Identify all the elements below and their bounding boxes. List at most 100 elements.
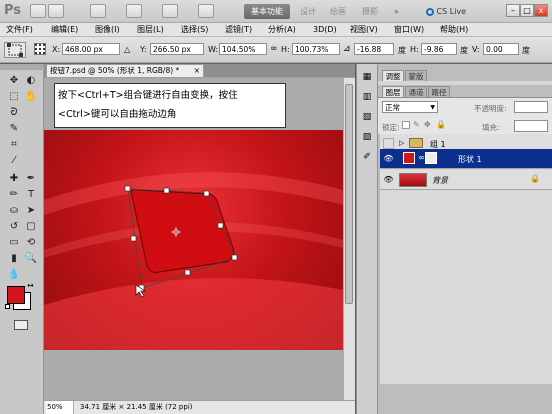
document-info[interactable]: 34.71 厘米 × 21.45 厘米 (72 ppi)	[80, 401, 193, 414]
pen-tool-icon[interactable]: ✒	[24, 172, 38, 185]
foreground-color-swatch[interactable]	[7, 286, 25, 304]
arrange-documents-icon[interactable]	[198, 4, 214, 18]
swap-colors-icon[interactable]: ↔	[27, 281, 34, 290]
handle-left[interactable]	[130, 235, 137, 242]
quick-mask-icon[interactable]	[14, 320, 28, 330]
document-tab[interactable]: 按钮7.psd @ 50% (形状 1, RGB/8) * ×	[46, 64, 204, 77]
vertical-skew-input[interactable]: 0.00	[483, 43, 519, 55]
lasso-tool-icon[interactable]: ᘐ	[7, 106, 21, 119]
close-button[interactable]: x	[534, 4, 548, 17]
zoom-level-field[interactable]: 50%	[46, 401, 74, 414]
marquee-tool-icon[interactable]: ⬚	[7, 90, 21, 103]
height-scale-input[interactable]: 100.73%	[292, 43, 340, 55]
x-position-input[interactable]: 468.00 px	[62, 43, 120, 55]
menu-layer[interactable]: 图层(L)	[137, 23, 164, 37]
dodge-tool-icon[interactable]: ◐	[24, 74, 38, 87]
lock-position-icon[interactable]: ✥	[424, 120, 431, 129]
scrollbar-thumb[interactable]	[345, 84, 353, 304]
eraser-tool-icon[interactable]: ▭	[7, 236, 21, 249]
minimize-button[interactable]: –	[506, 4, 520, 17]
tab-channels[interactable]: 通道	[405, 86, 427, 97]
cs-live-button[interactable]: CS Live	[426, 4, 476, 19]
handle-bottom[interactable]	[184, 269, 191, 276]
brush-tool-icon[interactable]: ✏	[7, 188, 21, 201]
menu-filter[interactable]: 滤镜(T)	[225, 23, 252, 37]
3d-rotate-tool-icon[interactable]: ⟲	[24, 236, 38, 249]
menu-3d[interactable]: 3D(D)	[313, 23, 337, 37]
healing-brush-tool-icon[interactable]: ✚	[7, 172, 21, 185]
opacity-input[interactable]	[514, 101, 548, 113]
eye-icon[interactable]: 👁	[383, 153, 394, 164]
quick-select-tool-icon[interactable]: ✎	[7, 122, 21, 135]
menu-view[interactable]: 视图(V)	[350, 23, 378, 37]
clone-stamp-tool-icon[interactable]: ⛀	[7, 204, 21, 217]
mini-bridge-icon[interactable]	[48, 4, 64, 18]
image-canvas[interactable]	[44, 130, 343, 350]
brushes-icon[interactable]: ✐	[360, 152, 374, 164]
zoom-tool-icon[interactable]: 🔍	[24, 252, 38, 265]
workspace-photography-button[interactable]: 摄影	[362, 4, 378, 19]
link-icon[interactable]: ∞	[270, 44, 278, 54]
default-colors-icon[interactable]	[5, 304, 10, 309]
tab-paths[interactable]: 路径	[428, 86, 450, 97]
hand-tool-icon[interactable]: ✋	[24, 90, 38, 103]
handle-top[interactable]	[163, 187, 170, 194]
path-select-tool-icon[interactable]: ➤	[24, 204, 38, 217]
gradient-tool-icon[interactable]: ▮	[7, 252, 21, 265]
close-tab-icon[interactable]: ×	[194, 65, 200, 77]
history-brush-tool-icon[interactable]: ↺	[7, 220, 21, 233]
lock-pixels-icon[interactable]: ✎	[413, 120, 420, 129]
menu-window[interactable]: 窗口(W)	[394, 23, 424, 37]
bridge-icon[interactable]	[30, 4, 46, 18]
eyedropper-tool-icon[interactable]: ⁄	[7, 154, 21, 167]
relative-position-icon[interactable]: △	[124, 45, 130, 54]
tab-adjustments[interactable]: 调整	[382, 70, 404, 81]
workspace-design-button[interactable]: 设计	[300, 4, 316, 19]
shape-tool-icon[interactable]: ▢	[24, 220, 38, 233]
expand-group-icon[interactable]: ▷	[399, 139, 404, 147]
workspace-painting-button[interactable]: 绘画	[330, 4, 346, 19]
menu-help[interactable]: 帮助(H)	[440, 23, 468, 37]
blend-mode-select[interactable]: 正常 ▼	[382, 101, 438, 113]
visibility-toggle-empty[interactable]	[383, 138, 394, 149]
navigator-icon[interactable]: ▦	[360, 72, 374, 84]
layer-fill-thumbnail[interactable]	[403, 152, 415, 164]
view-extras-icon[interactable]	[90, 4, 106, 18]
handle-top-right[interactable]	[203, 190, 210, 197]
handle-right[interactable]	[217, 222, 224, 229]
zoom-level-icon[interactable]	[126, 4, 142, 18]
handle-top-left[interactable]	[124, 185, 131, 192]
reference-point-icon[interactable]	[34, 43, 46, 55]
rotation-angle-input[interactable]: -16.88	[354, 43, 394, 55]
handle-bottom-right[interactable]	[231, 254, 238, 261]
swatches-icon[interactable]: ▨	[360, 132, 374, 144]
menu-image[interactable]: 图像(I)	[95, 23, 120, 37]
menu-edit[interactable]: 编辑(E)	[51, 23, 78, 37]
move-tool-icon[interactable]: ✥	[7, 74, 21, 87]
type-tool-icon[interactable]: T	[24, 188, 38, 201]
vector-mask-thumbnail[interactable]	[425, 152, 437, 164]
transform-tool-icon[interactable]	[4, 42, 26, 58]
histogram-icon[interactable]: ▥	[360, 92, 374, 104]
restore-button[interactable]: □	[520, 4, 534, 17]
width-scale-input[interactable]: 104.50%	[219, 43, 267, 55]
horizontal-skew-input[interactable]: -9.86	[421, 43, 457, 55]
y-position-input[interactable]: 266.50 px	[150, 43, 204, 55]
menu-select[interactable]: 选择(S)	[181, 23, 208, 37]
menu-analysis[interactable]: 分析(A)	[268, 23, 296, 37]
eye-icon[interactable]: 👁	[383, 174, 394, 185]
layer-row-background[interactable]: 👁 背景 🔒	[380, 170, 552, 190]
fill-input[interactable]	[514, 120, 548, 132]
lock-all-icon[interactable]: 🔒	[436, 120, 446, 129]
workspace-essentials-button[interactable]: 基本功能	[244, 4, 290, 19]
lock-transparent-icon[interactable]	[402, 121, 410, 129]
styles-icon[interactable]: ▧	[360, 112, 374, 124]
transformed-shape[interactable]	[130, 189, 235, 273]
tab-masks[interactable]: 蒙版	[405, 70, 427, 81]
layer-row-shape-selected[interactable]: 👁 ∞ 形状 1	[380, 149, 552, 169]
more-workspaces-button[interactable]: »	[394, 4, 399, 19]
crop-tool-icon[interactable]: ⌗	[7, 138, 21, 151]
blur-tool-icon[interactable]: 💧	[7, 268, 21, 281]
menu-file[interactable]: 文件(F)	[6, 23, 33, 37]
tab-layers[interactable]: 图层	[382, 86, 404, 97]
